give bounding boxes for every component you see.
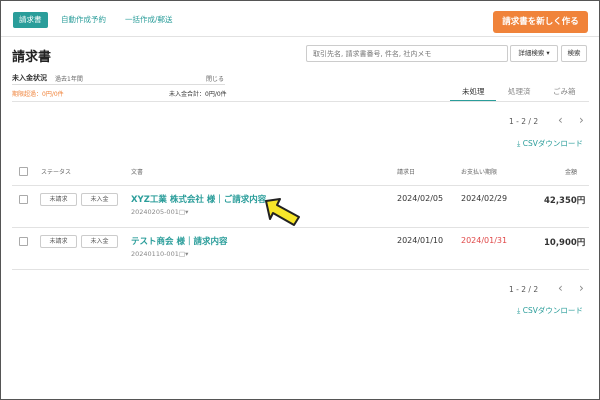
status-badge-billing[interactable]: 未請求 [40,193,77,206]
due-date-overdue: 2024/01/31 [461,236,508,245]
prev-page-icon[interactable]: ‹ [558,281,563,295]
unpaid-status-label: 未入金状況 [12,74,47,82]
header-due-date: お支払い期限 [461,169,498,176]
detail-search-button[interactable]: 詳細検索 ▾ [510,45,558,62]
status-badge-billing[interactable]: 未請求 [40,235,77,248]
header-invoice-date: 請求日 [397,169,416,176]
search-input[interactable] [306,45,508,62]
next-page-icon[interactable]: › [579,281,584,295]
document-number: 20240205-001 [131,208,179,216]
pointer-arrow-icon [265,198,300,226]
amount: 42,350円 [544,196,586,206]
filter-tab-trash[interactable]: ごみ箱 [553,86,576,97]
unpaid-total-summary: 未入金合計：0円/0件 [169,91,227,98]
overdue-summary: 期限超過：0円/0件 [12,91,64,98]
due-date: 2024/02/29 [461,194,508,203]
tabs-divider [12,101,589,102]
tab-invoices[interactable]: 請求書 [13,12,48,28]
pagination-count: 1 - 2 / 2 [509,117,539,126]
detail-search-label: 詳細検索 [518,49,545,57]
app-window: 請求書 自動作成予約 一括作成/郵送 請求書を新しく作る 請求書 詳細検索 ▾ … [0,0,600,400]
pagination-count: 1 - 2 / 2 [509,285,539,294]
page-title: 請求書 [12,50,52,65]
create-invoice-button[interactable]: 請求書を新しく作る [493,11,588,33]
document-number: 20240110-001 [131,250,179,258]
row-checkbox[interactable] [19,237,28,246]
unpaid-progress-bar [12,84,225,85]
next-page-icon[interactable]: › [579,113,584,127]
memo-icon[interactable]: □▾ [179,250,188,258]
download-icon: ⤓ [517,306,521,315]
close-link[interactable]: 閉じる [206,74,224,83]
csv-download-label: CSVダウンロード [522,306,583,315]
unpaid-status-period: 過去1年間 [55,76,83,83]
memo-icon[interactable]: □▾ [179,208,188,216]
download-icon: ⤓ [517,139,521,148]
header-amount: 金額 [565,169,578,176]
tab-bulk-create-mail[interactable]: 一括作成/郵送 [119,12,179,28]
chevron-down-icon: ▾ [546,49,550,57]
header-divider-line [12,185,589,186]
csv-download-link[interactable]: ⤓ CSVダウンロード [517,305,583,316]
document-title-link[interactable]: テスト商会 様｜請求内容 [131,235,227,247]
invoice-date: 2024/01/10 [397,236,444,245]
invoice-date: 2024/02/05 [397,194,444,203]
status-badge-payment[interactable]: 未入金 [81,193,118,206]
header-divider [1,36,599,37]
document-title-link[interactable]: XYZ工業 株式会社 様｜ご請求内容 [131,193,266,205]
filter-tab-unprocessed[interactable]: 未処理 [462,86,485,97]
filter-tab-processed[interactable]: 処理済 [508,86,531,97]
search-button[interactable]: 検索 [561,45,587,62]
amount: 10,900円 [544,238,586,248]
status-badge-payment[interactable]: 未入金 [81,235,118,248]
csv-download-label: CSVダウンロード [522,139,583,148]
row-checkbox[interactable] [19,195,28,204]
row-divider [12,269,589,270]
header-status: ステータス [41,169,72,176]
prev-page-icon[interactable]: ‹ [558,113,563,127]
select-all-checkbox[interactable] [19,167,28,176]
header-document: 文書 [131,169,144,176]
csv-download-link[interactable]: ⤓ CSVダウンロード [517,138,583,149]
tab-auto-schedule[interactable]: 自動作成予約 [55,12,112,28]
